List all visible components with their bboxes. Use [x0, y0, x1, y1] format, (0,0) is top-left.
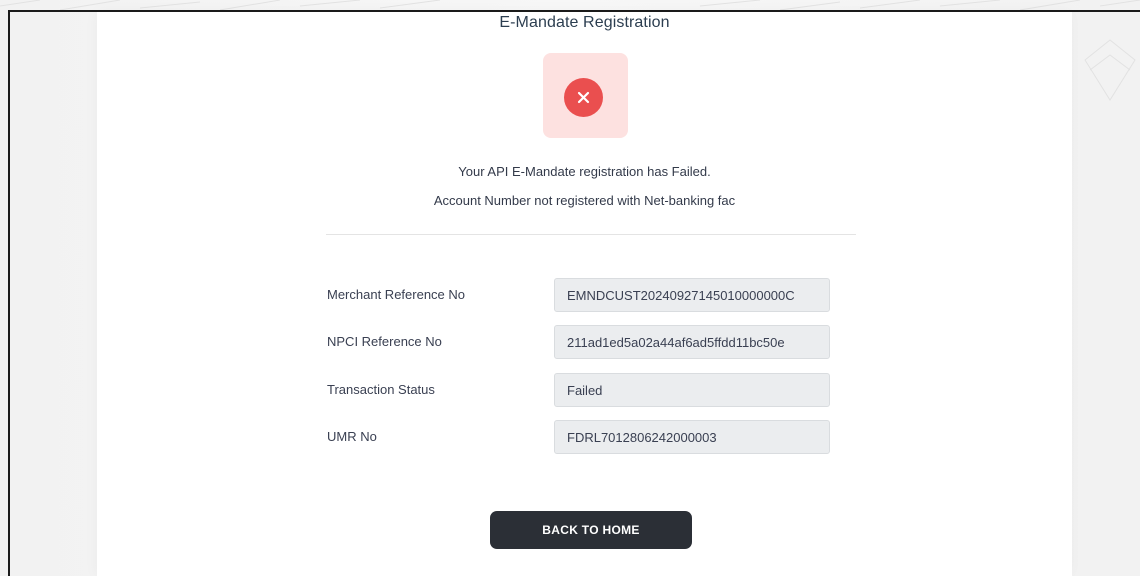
npci-reference-field[interactable]: 211ad1ed5a02a44af6ad5ffdd11bc50e	[554, 325, 830, 359]
detail-row-merchant-reference: Merchant Reference No EMNDCUST2024092714…	[97, 278, 1072, 312]
umr-label: UMR No	[327, 429, 377, 444]
divider	[326, 234, 856, 235]
transaction-status-label: Transaction Status	[327, 382, 435, 397]
detail-row-npci-reference: NPCI Reference No 211ad1ed5a02a44af6ad5f…	[97, 325, 1072, 359]
back-to-home-button[interactable]: BACK TO HOME	[490, 511, 692, 549]
detail-row-transaction-status: Transaction Status Failed	[97, 373, 1072, 407]
npci-reference-label: NPCI Reference No	[327, 334, 442, 349]
registration-card: E-Mandate Registration Your API E-Mandat…	[97, 12, 1072, 576]
umr-field[interactable]: FDRL7012806242000003	[554, 420, 830, 454]
page-title: E-Mandate Registration	[499, 14, 670, 31]
status-box	[543, 53, 628, 138]
merchant-reference-label: Merchant Reference No	[327, 287, 466, 302]
close-icon	[577, 91, 590, 104]
transaction-status-field[interactable]: Failed	[554, 373, 830, 407]
detail-row-umr: UMR No FDRL7012806242000003	[97, 420, 1072, 454]
status-circle	[564, 78, 603, 117]
status-message: Your API E-Mandate registration has Fail…	[458, 164, 711, 179]
error-detail-message: Account Number not registered with Net-b…	[433, 193, 736, 208]
merchant-reference-field[interactable]: EMNDCUST20240927145010000000C	[554, 278, 830, 312]
